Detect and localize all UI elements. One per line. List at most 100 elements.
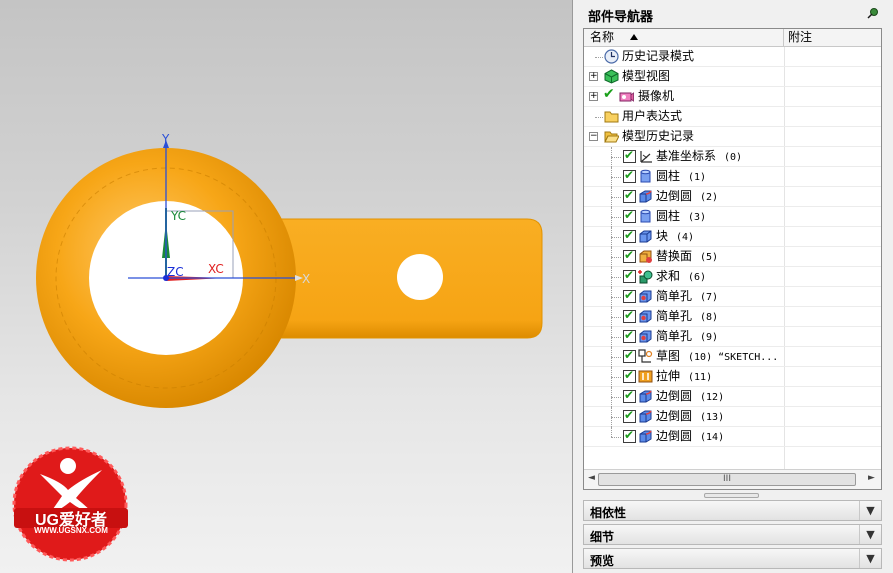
feature-checkbox[interactable] (623, 328, 636, 343)
column-name-label: 名称 (590, 30, 615, 44)
tree-node-label: 用户表达式 (622, 109, 683, 123)
feature-row-edge-blend-12[interactable]: 边倒圆(12) (584, 387, 881, 407)
y-axis-label: Y (161, 132, 170, 146)
feature-checkbox[interactable] (623, 248, 636, 263)
feature-checkbox[interactable] (623, 308, 636, 323)
feature-row-extrude-11[interactable]: 拉伸(11) (584, 367, 881, 387)
feature-label: 边倒圆 (14) (656, 429, 725, 443)
resize-grip[interactable] (704, 493, 759, 498)
feature-row-simple-hole-7[interactable]: 简单孔(7) (584, 287, 881, 307)
feature-label: 基准坐标系 (0) (656, 149, 743, 163)
simple-hole-icon (639, 290, 652, 303)
feature-row-sketch-10[interactable]: 草图(10) “SKETCH... (584, 347, 881, 367)
tree-node-model-views[interactable]: + 模型视图 (584, 67, 881, 87)
tree-node-label: 模型视图 (622, 69, 671, 83)
pin-icon[interactable] (867, 7, 879, 19)
edge-blend-icon (639, 430, 652, 443)
block-icon (639, 230, 652, 243)
part-arm[interactable] (269, 218, 543, 339)
section-dependencies[interactable]: 相依性 ▼ (583, 500, 882, 521)
feature-checkbox[interactable] (623, 208, 636, 223)
tree-node-history-mode[interactable]: 历史记录模式 (584, 47, 881, 67)
arm-hole (397, 254, 443, 300)
check-mark-icon: ✔ (603, 86, 615, 102)
feature-row-edge-blend-2[interactable]: 边倒圆(2) (584, 187, 881, 207)
feature-checkbox[interactable] (623, 388, 636, 403)
sketch-icon (638, 349, 653, 363)
folder-open-icon (604, 131, 619, 143)
feature-label: 草图 (10) “SKETCH... (656, 349, 779, 363)
datum-csys-icon (640, 151, 652, 163)
feature-checkbox[interactable] (623, 348, 636, 363)
edge-blend-icon (639, 190, 652, 203)
feature-row-unite-6[interactable]: 求和(6) (584, 267, 881, 287)
section-preview[interactable]: 预览 ▼ (583, 548, 882, 569)
tree-node-label: 模型历史记录 (622, 129, 695, 143)
chevron-down-icon[interactable]: ▼ (859, 525, 881, 544)
tree-node-model-history[interactable]: − 模型历史记录 (584, 127, 881, 147)
feature-checkbox[interactable] (623, 188, 636, 203)
feature-row-datum-csys[interactable]: 基准坐标系(0) (584, 147, 881, 167)
feature-row-block-4[interactable]: 块(4) (584, 227, 881, 247)
feature-row-replace-face-5[interactable]: 替换面(5) (584, 247, 881, 267)
cylinder-icon (640, 169, 651, 183)
chevron-down-icon[interactable]: ▼ (859, 501, 881, 520)
tree-node-cameras[interactable]: + ✔ 摄像机 (584, 86, 881, 107)
feature-row-cylinder-1[interactable]: 圆柱(1) (584, 167, 881, 187)
clock-icon (604, 49, 619, 64)
feature-checkbox[interactable] (623, 168, 636, 183)
scroll-right-icon[interactable]: ► (868, 473, 875, 483)
column-note-header[interactable]: 附注 (788, 29, 812, 47)
feature-label: 简单孔 (9) (656, 329, 719, 343)
expand-icon[interactable]: + (589, 72, 598, 81)
watermark-logo: UG爱好者 WWW.UGSNX.COM (10, 444, 132, 568)
graphics-window[interactable]: Y X YC XC ZC UG爱好者 WWW.UGSNX.COM (0, 0, 572, 573)
chevron-down-icon[interactable]: ▼ (859, 549, 881, 568)
feature-checkbox[interactable] (623, 228, 636, 243)
camera-icon (619, 92, 634, 102)
feature-label: 圆柱 (1) (656, 169, 707, 183)
tree-node-user-expressions[interactable]: 用户表达式 (584, 107, 881, 127)
feature-label: 块 (4) (656, 229, 695, 243)
unite-icon (638, 270, 653, 284)
section-label: 预览 (590, 554, 615, 568)
navigator-tree[interactable]: 名称 附注 历史记录模式 + 模型视图 + ✔ 摄像机 用户表达式 − 模型历史… (583, 28, 882, 490)
logo-url-text: WWW.UGSNX.COM (34, 526, 108, 535)
edge-blend-icon (639, 410, 652, 423)
part-navigator-panel: 部件导航器 名称 附注 历史记录模式 + 模型视图 + ✔ 摄像机 用户表达式 … (578, 0, 893, 573)
feature-label: 简单孔 (8) (656, 309, 719, 323)
feature-checkbox[interactable] (623, 428, 636, 443)
scroll-left-icon[interactable]: ◄ (588, 473, 595, 483)
feature-label: 边倒圆 (2) (656, 189, 719, 203)
feature-checkbox[interactable] (623, 408, 636, 423)
simple-hole-icon (639, 310, 652, 323)
column-name-header[interactable]: 名称 (584, 29, 784, 47)
simple-hole-icon (639, 330, 652, 343)
extrude-icon (638, 370, 653, 383)
feature-checkbox[interactable] (623, 368, 636, 383)
tree-node-label: 摄像机 (638, 89, 675, 103)
feature-row-simple-hole-8[interactable]: 简单孔(8) (584, 307, 881, 327)
scrollbar-thumb[interactable]: III (598, 473, 856, 486)
feature-label: 边倒圆 (12) (656, 389, 725, 403)
section-details[interactable]: 细节 ▼ (583, 524, 882, 545)
feature-row-edge-blend-14[interactable]: 边倒圆(14) (584, 427, 881, 447)
panel-title: 部件导航器 (588, 10, 654, 25)
feature-row-simple-hole-9[interactable]: 简单孔(9) (584, 327, 881, 347)
model-views-icon (604, 69, 619, 84)
feature-checkbox[interactable] (623, 288, 636, 303)
feature-label: 替换面 (5) (656, 249, 719, 263)
feature-label: 圆柱 (3) (656, 209, 707, 223)
edge-blend-icon (639, 390, 652, 403)
xc-axis-label: XC (208, 262, 224, 276)
feature-checkbox[interactable] (623, 268, 636, 283)
cylinder-icon (640, 209, 651, 223)
expand-icon[interactable]: + (589, 92, 598, 101)
collapse-icon[interactable]: − (589, 132, 598, 141)
feature-checkbox[interactable] (623, 148, 636, 163)
replace-face-icon (639, 250, 652, 263)
horizontal-scrollbar[interactable]: ◄ III ► (584, 469, 881, 489)
feature-row-cylinder-3[interactable]: 圆柱(3) (584, 207, 881, 227)
yc-axis-label: YC (170, 209, 186, 223)
feature-row-edge-blend-13[interactable]: 边倒圆(13) (584, 407, 881, 427)
